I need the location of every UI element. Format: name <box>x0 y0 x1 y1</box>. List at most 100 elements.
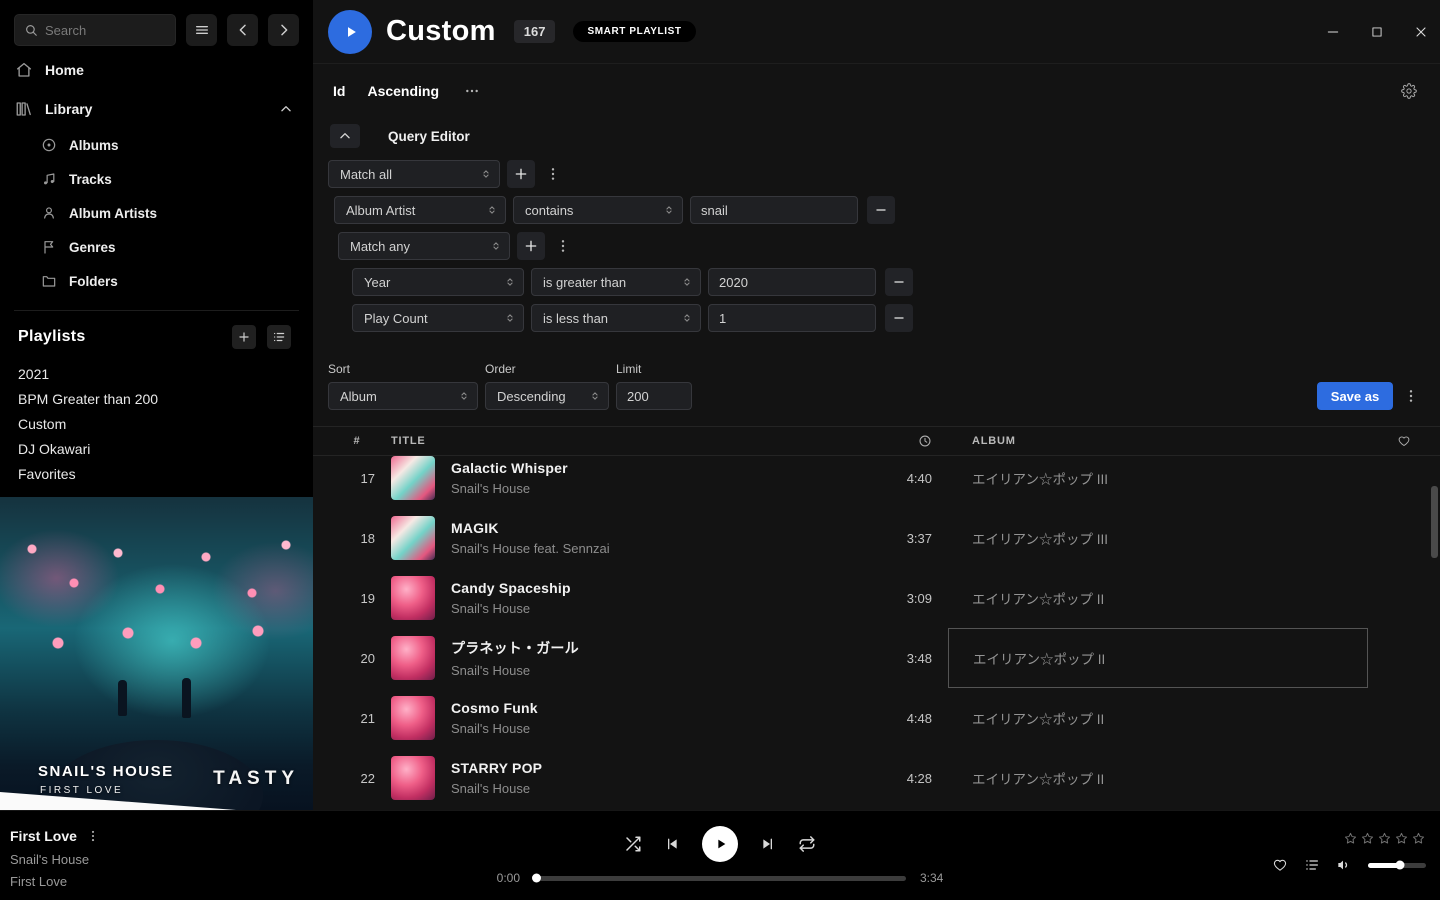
star-icon[interactable] <box>1360 831 1375 846</box>
favorite-button[interactable] <box>1272 857 1288 873</box>
play-pause-button[interactable] <box>702 826 738 862</box>
sidebar-item-tracks[interactable]: Tracks <box>0 162 313 196</box>
volume-slider[interactable] <box>1368 863 1426 868</box>
window-maximize-button[interactable] <box>1368 23 1386 41</box>
sidebar-item-folders[interactable]: Folders <box>0 264 313 298</box>
column-header-title[interactable]: TITLE <box>391 435 826 447</box>
favorite-column-heart-icon[interactable] <box>1397 434 1411 448</box>
album-art-thumbnail[interactable] <box>391 576 435 620</box>
add-rule-button[interactable] <box>517 232 545 260</box>
group-options-button[interactable] <box>542 161 564 187</box>
nav-back-button[interactable] <box>227 14 258 46</box>
track-artist[interactable]: Snail's House <box>451 781 826 796</box>
playlist-item[interactable]: BPM Greater than 200 <box>0 386 313 411</box>
track-artist[interactable]: Snail's House <box>451 481 826 496</box>
track-album[interactable]: エイリアン☆ポップ III <box>948 456 1368 508</box>
album-art-thumbnail[interactable] <box>391 756 435 800</box>
collapse-query-editor-button[interactable] <box>330 124 360 148</box>
track-title[interactable]: Cosmo Funk <box>451 700 826 716</box>
queue-button[interactable] <box>1304 857 1320 873</box>
rule-field-select[interactable]: Year <box>352 268 524 296</box>
window-close-button[interactable] <box>1412 23 1430 41</box>
seek-knob[interactable] <box>532 874 541 883</box>
add-playlist-button[interactable] <box>232 325 256 349</box>
query-sort-select[interactable]: Album <box>328 382 478 410</box>
track-title[interactable]: STARRY POP <box>451 760 826 776</box>
playlist-item[interactable]: DJ Okawari <box>0 436 313 461</box>
track-title[interactable]: Candy Spaceship <box>451 580 826 596</box>
table-row[interactable]: 21 Cosmo Funk Snail's House 4:48 エイリアン☆ポ… <box>313 688 1440 748</box>
playlist-view-button[interactable] <box>267 325 291 349</box>
scrollbar-thumb[interactable] <box>1431 486 1438 558</box>
match-type-select[interactable]: Match all <box>328 160 500 188</box>
album-art-thumbnail[interactable] <box>391 636 435 680</box>
rule-value-input[interactable] <box>690 196 858 224</box>
query-order-select[interactable]: Descending <box>485 382 609 410</box>
album-art-thumbnail[interactable] <box>391 696 435 740</box>
album-art-thumbnail[interactable] <box>391 516 435 560</box>
search-box[interactable] <box>14 14 176 46</box>
playlist-item[interactable]: 2021 <box>0 361 313 386</box>
track-title[interactable]: プラネット・ガール <box>451 638 826 658</box>
rule-operator-select[interactable]: is less than <box>531 304 701 332</box>
group-options-button[interactable] <box>552 233 574 259</box>
duration-column-clock-icon[interactable] <box>918 434 932 448</box>
table-row[interactable]: 20 プラネット・ガール Snail's House 3:48 エイリアン☆ポッ… <box>313 628 1440 688</box>
settings-button[interactable] <box>1398 78 1420 104</box>
track-album[interactable]: エイリアン☆ポップ II <box>948 568 1368 628</box>
now-playing-title[interactable]: First Love <box>10 828 77 844</box>
rule-operator-select[interactable]: contains <box>513 196 683 224</box>
volume-knob[interactable] <box>1395 861 1404 870</box>
track-title[interactable]: MAGIK <box>451 520 826 536</box>
remove-rule-button[interactable] <box>885 268 913 296</box>
add-rule-button[interactable] <box>507 160 535 188</box>
rule-field-select[interactable]: Album Artist <box>334 196 506 224</box>
track-title[interactable]: Galactic Whisper <box>451 460 826 476</box>
sidebar-item-home[interactable]: Home <box>0 55 313 85</box>
previous-track-button[interactable] <box>664 836 680 852</box>
track-album[interactable]: エイリアン☆ポップ II <box>948 748 1368 808</box>
save-options-button[interactable] <box>1400 382 1422 410</box>
track-album[interactable]: エイリアン☆ポップ III <box>948 508 1368 568</box>
album-art-thumbnail[interactable] <box>391 456 435 500</box>
table-row[interactable]: 17 Galactic Whisper Snail's House 4:40 エ… <box>313 456 1440 508</box>
limit-input[interactable] <box>616 382 692 410</box>
star-icon[interactable] <box>1377 831 1392 846</box>
play-playlist-button[interactable] <box>328 10 372 54</box>
sidebar-item-albums[interactable]: Albums <box>0 128 313 162</box>
save-as-button[interactable]: Save as <box>1317 382 1393 410</box>
track-artist[interactable]: Snail's House <box>451 663 826 678</box>
sort-direction-button[interactable]: Ascending <box>367 83 439 99</box>
shuffle-button[interactable] <box>624 835 642 853</box>
now-playing-artist[interactable]: Snail's House <box>10 852 101 867</box>
chevron-up-icon[interactable] <box>279 102 293 116</box>
track-album[interactable]: エイリアン☆ポップ II <box>948 628 1368 688</box>
search-input[interactable] <box>45 23 166 38</box>
now-playing-options-button[interactable] <box>85 827 101 845</box>
next-track-button[interactable] <box>760 836 776 852</box>
track-album[interactable]: エイリアン☆ポップ II <box>948 688 1368 748</box>
now-playing-album[interactable]: First Love <box>10 874 101 889</box>
window-minimize-button[interactable] <box>1324 23 1342 41</box>
track-artist[interactable]: Snail's House <box>451 601 826 616</box>
mute-button[interactable] <box>1336 857 1352 873</box>
table-row[interactable]: 19 Candy Spaceship Snail's House 3:09 エイ… <box>313 568 1440 628</box>
remove-rule-button[interactable] <box>885 304 913 332</box>
playlist-item[interactable]: Custom <box>0 411 313 436</box>
track-artist[interactable]: Snail's House feat. Sennzai <box>451 541 826 556</box>
more-options-button[interactable] <box>461 78 483 104</box>
sort-field-button[interactable]: Id <box>333 83 345 99</box>
nav-forward-button[interactable] <box>268 14 299 46</box>
playlist-item[interactable]: Favorites <box>0 461 313 486</box>
remove-rule-button[interactable] <box>867 196 895 224</box>
star-icon[interactable] <box>1394 831 1409 846</box>
sidebar-item-album-artists[interactable]: Album Artists <box>0 196 313 230</box>
column-header-album[interactable]: ALBUM <box>948 435 1368 447</box>
track-artist[interactable]: Snail's House <box>451 721 826 736</box>
menu-button[interactable] <box>186 14 217 46</box>
now-playing-album-art[interactable]: SNAIL'S HOUSE FIRST LOVE TASTY <box>0 497 313 810</box>
star-icon[interactable] <box>1343 831 1358 846</box>
rule-operator-select[interactable]: is greater than <box>531 268 701 296</box>
rule-field-select[interactable]: Play Count <box>352 304 524 332</box>
sidebar-item-genres[interactable]: Genres <box>0 230 313 264</box>
